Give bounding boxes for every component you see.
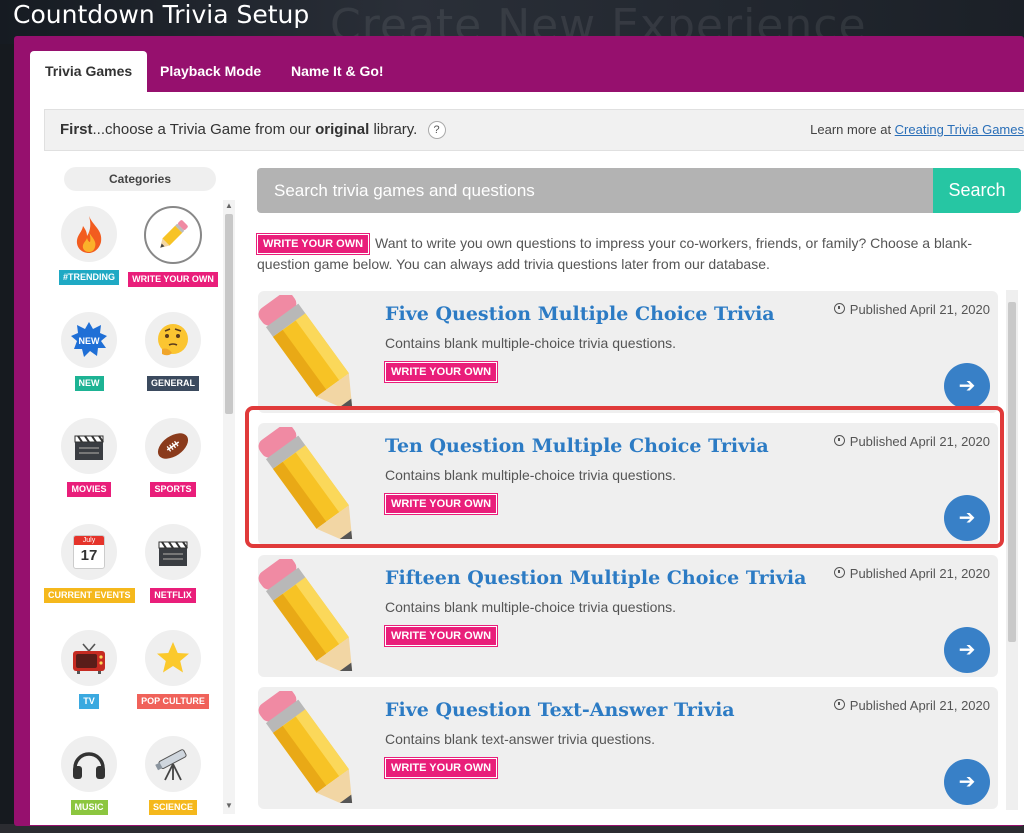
category-label: MUSIC bbox=[70, 800, 108, 815]
scroll-down-icon[interactable]: ▼ bbox=[225, 802, 233, 810]
write-your-own-badge: WRITE YOUR OWN bbox=[257, 234, 370, 254]
pencil-icon bbox=[144, 206, 202, 264]
category-new[interactable]: NEW NEW bbox=[44, 312, 134, 412]
write-your-own-badge: WRITE YOUR OWN bbox=[385, 626, 498, 646]
pencil-icon bbox=[258, 295, 358, 407]
category-label: GENERAL bbox=[146, 376, 199, 391]
game-card[interactable]: Five Question Text-Answer Trivia Contain… bbox=[258, 687, 998, 809]
game-card[interactable]: Fifteen Question Multiple Choice Trivia … bbox=[258, 555, 998, 677]
calendar-day: 17 bbox=[80, 547, 98, 564]
search-button[interactable]: Search bbox=[933, 168, 1021, 213]
football-icon bbox=[145, 418, 201, 474]
category-label: #TRENDING bbox=[58, 270, 119, 285]
select-game-button[interactable]: ➔ bbox=[944, 759, 990, 805]
published-date: Published April 21, 2020 bbox=[833, 698, 990, 713]
calendar-icon: July 17 bbox=[61, 524, 117, 580]
category-label: SPORTS bbox=[150, 482, 196, 497]
published-date-text: Published April 21, 2020 bbox=[849, 302, 990, 317]
category-pop-culture[interactable]: POP CULTURE bbox=[128, 630, 218, 730]
category-sports[interactable]: SPORTS bbox=[128, 418, 218, 518]
search-input[interactable] bbox=[257, 168, 933, 213]
arrow-right-icon: ➔ bbox=[958, 771, 976, 793]
clapperboard-icon bbox=[61, 418, 117, 474]
category-label: MOVIES bbox=[67, 482, 111, 497]
tab-playback-mode[interactable]: Playback Mode bbox=[145, 51, 276, 92]
game-description: Contains blank multiple-choice trivia qu… bbox=[385, 335, 677, 351]
category-movies[interactable]: MOVIES bbox=[44, 418, 134, 518]
game-card[interactable]: Five Question Multiple Choice Trivia Con… bbox=[258, 291, 998, 413]
category-music[interactable]: MUSIC bbox=[44, 736, 134, 818]
categories-header: Categories bbox=[64, 167, 216, 191]
learn-more-link[interactable]: Creating Trivia Games bbox=[895, 122, 1024, 137]
arrow-right-icon: ➔ bbox=[958, 639, 976, 661]
instruction-bold: original bbox=[315, 121, 370, 138]
headphones-icon bbox=[61, 736, 117, 792]
pencil-icon bbox=[258, 691, 358, 803]
clock-icon bbox=[833, 567, 845, 578]
write-your-own-intro: WRITE YOUR OWN Want to write you own ques… bbox=[257, 233, 997, 275]
select-game-button[interactable]: ➔ bbox=[944, 363, 990, 409]
category-trending[interactable]: #TRENDING bbox=[44, 206, 134, 306]
clapperboard-icon bbox=[145, 524, 201, 580]
published-date: Published April 21, 2020 bbox=[833, 566, 990, 581]
category-label: NETFLIX bbox=[150, 588, 196, 603]
instruction-text: First...choose a Trivia Game from our or… bbox=[60, 121, 446, 139]
category-label: NEW bbox=[74, 376, 104, 391]
category-label: TV bbox=[79, 694, 99, 709]
category-label: SCIENCE bbox=[148, 800, 197, 815]
game-description: Contains blank text-answer trivia questi… bbox=[385, 731, 656, 747]
tv-icon bbox=[61, 630, 117, 686]
scrollbar-thumb[interactable] bbox=[225, 214, 233, 414]
search-box bbox=[257, 168, 933, 213]
telescope-icon bbox=[145, 736, 201, 792]
arrow-right-icon: ➔ bbox=[958, 375, 976, 397]
scrollbar-thumb[interactable] bbox=[1008, 302, 1016, 642]
selection-highlight bbox=[245, 406, 1004, 548]
published-date: Published April 21, 2020 bbox=[833, 302, 990, 317]
game-title[interactable]: Five Question Multiple Choice Trivia bbox=[385, 303, 775, 325]
category-netflix[interactable]: NETFLIX bbox=[128, 524, 218, 624]
category-tv[interactable]: TV bbox=[44, 630, 134, 730]
modal-title: Countdown Trivia Setup bbox=[13, 0, 310, 29]
tab-trivia-games[interactable]: Trivia Games bbox=[30, 51, 148, 92]
background-sidebar bbox=[0, 44, 14, 833]
published-date-text: Published April 21, 2020 bbox=[849, 566, 990, 581]
star-icon bbox=[145, 630, 201, 686]
category-write-your-own[interactable]: WRITE YOUR OWN bbox=[128, 206, 218, 306]
instruction-part-b: library. bbox=[369, 121, 418, 138]
select-game-button[interactable]: ➔ bbox=[944, 627, 990, 673]
instruction-first: First bbox=[60, 121, 93, 138]
pencil-icon bbox=[258, 559, 358, 671]
instruction-part-a: ...choose a Trivia Game from our bbox=[92, 121, 316, 138]
clock-icon bbox=[833, 303, 845, 314]
help-icon[interactable]: ? bbox=[427, 121, 446, 139]
published-date-text: Published April 21, 2020 bbox=[849, 698, 990, 713]
category-scrollbar[interactable]: ▲ ▼ bbox=[223, 200, 235, 814]
write-your-own-badge: WRITE YOUR OWN bbox=[385, 758, 498, 778]
instruction-bar: First...choose a Trivia Game from our or… bbox=[44, 109, 1024, 151]
new-burst-icon: NEW bbox=[61, 312, 117, 368]
game-title[interactable]: Fifteen Question Multiple Choice Trivia bbox=[385, 567, 806, 589]
thinking-face-icon bbox=[145, 312, 201, 368]
fire-icon bbox=[61, 206, 117, 262]
svg-text:NEW: NEW bbox=[79, 336, 101, 346]
learn-more-prefix: Learn more at bbox=[810, 122, 895, 137]
clock-icon bbox=[833, 699, 845, 710]
scroll-up-icon[interactable]: ▲ bbox=[225, 202, 233, 210]
calendar-month: July bbox=[74, 536, 104, 545]
game-description: Contains blank multiple-choice trivia qu… bbox=[385, 599, 677, 615]
game-title[interactable]: Five Question Text-Answer Trivia bbox=[385, 699, 735, 721]
learn-more: Learn more at Creating Trivia Games bbox=[810, 122, 1024, 137]
write-your-own-badge: WRITE YOUR OWN bbox=[385, 362, 498, 382]
category-list: #TRENDING WRITE YOUR OWN NEW NEW GENERAL… bbox=[44, 200, 222, 818]
category-label: CURRENT EVENTS bbox=[44, 588, 135, 603]
category-general[interactable]: GENERAL bbox=[128, 312, 218, 412]
games-scrollbar[interactable] bbox=[1006, 290, 1018, 810]
category-label: WRITE YOUR OWN bbox=[128, 272, 218, 287]
category-label: POP CULTURE bbox=[137, 694, 209, 709]
tab-name-it-go[interactable]: Name It & Go! bbox=[276, 51, 399, 92]
category-science[interactable]: SCIENCE bbox=[128, 736, 218, 818]
category-current-events[interactable]: July 17 CURRENT EVENTS bbox=[44, 524, 135, 624]
